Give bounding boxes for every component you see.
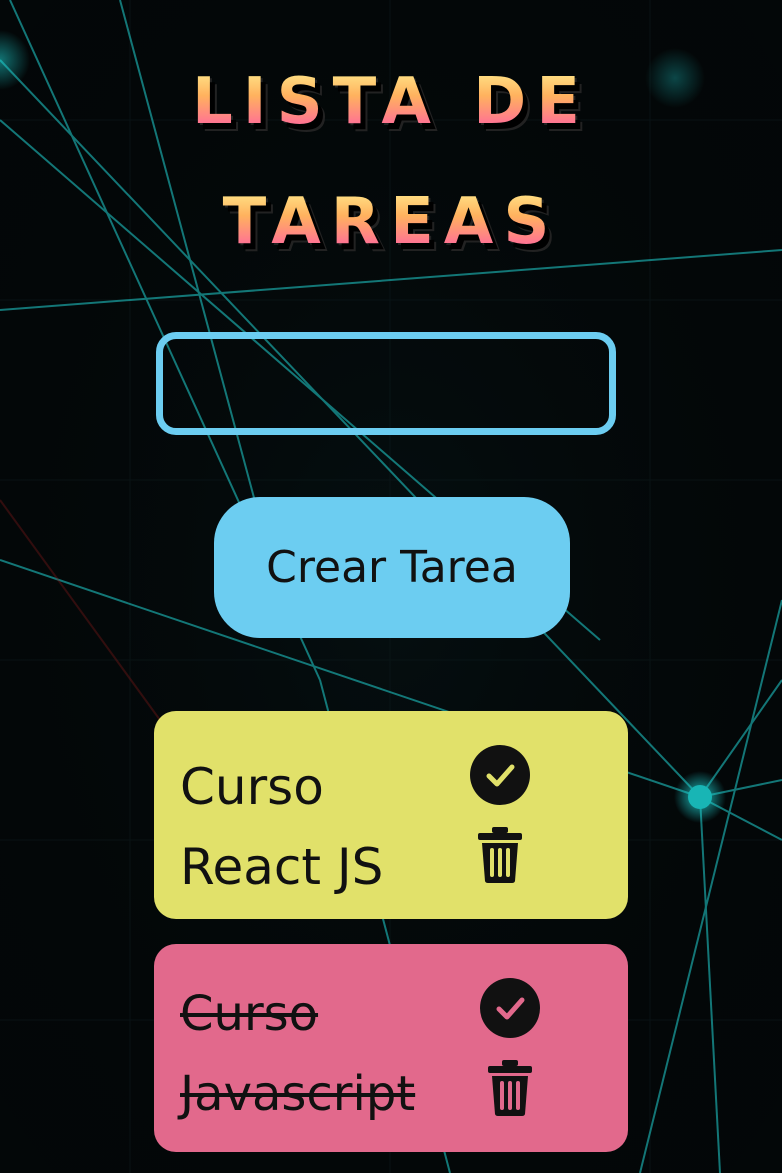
task-text: Curso React JS (180, 758, 384, 896)
todo-app: LISTA DE TAREAS Crear Tarea Curso React … (0, 0, 782, 1173)
task-card: Curso React JS (154, 711, 628, 919)
task-input[interactable] (156, 332, 616, 435)
check-circle-icon[interactable] (470, 745, 530, 805)
create-task-button[interactable]: Crear Tarea (214, 497, 570, 638)
page-title-line-2: TAREAS (0, 190, 782, 254)
trash-icon[interactable] (475, 825, 525, 885)
task-card-completed: Curso Javascript (154, 944, 628, 1152)
task-text: Curso Javascript (180, 986, 416, 1122)
check-circle-icon[interactable] (480, 978, 540, 1038)
trash-icon[interactable] (485, 1058, 535, 1118)
page-title-line-1: LISTA DE (0, 70, 782, 134)
